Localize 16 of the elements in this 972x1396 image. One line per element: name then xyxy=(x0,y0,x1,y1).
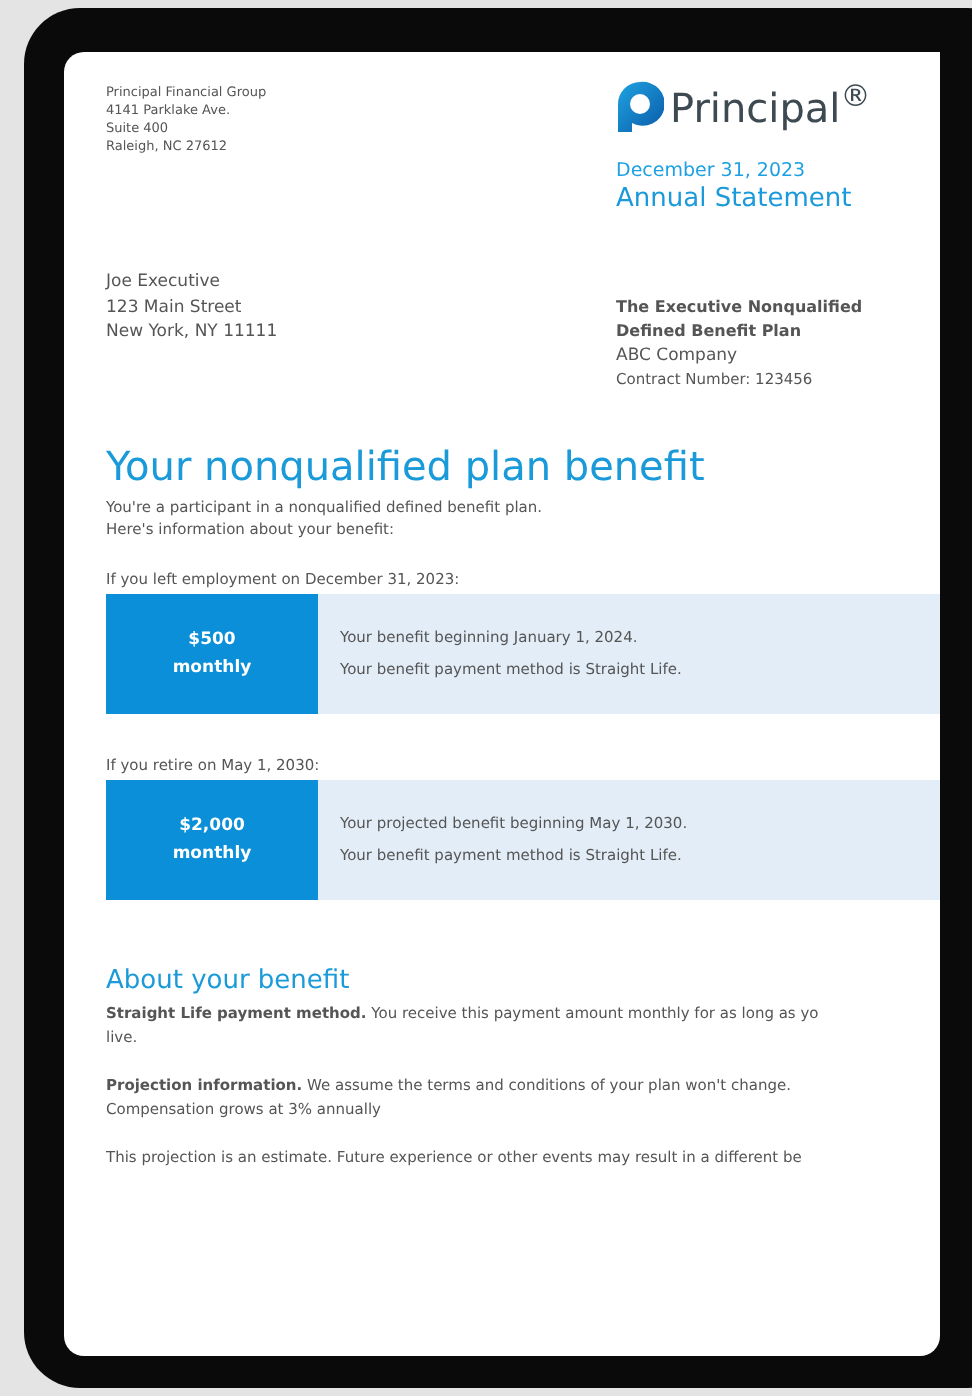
recipient-address-line: 123 Main Street xyxy=(106,295,244,320)
statement-date: December 31, 2023 xyxy=(616,160,808,184)
logo-wordmark: Principal$^{®}$ xyxy=(670,87,871,127)
benefit-period: monthly xyxy=(172,656,252,682)
benefit-amount: $500 xyxy=(188,628,236,654)
statement-title: Annual Statement xyxy=(616,184,854,216)
company-name: ABC Company xyxy=(616,344,740,368)
plan-name-line: Defined Benefit Plan xyxy=(616,320,804,344)
recipient-address-line: New York, NY 11111 xyxy=(106,320,280,345)
section-heading: Your nonqualified plan benefit xyxy=(106,440,707,492)
logo-icon xyxy=(616,80,664,134)
benefit-period: monthly xyxy=(172,842,252,868)
recipient-address-line: Joe Executive xyxy=(106,270,223,295)
about-heading: About your benefit xyxy=(106,966,352,998)
plan-name-line: The Executive Nonqualified xyxy=(616,296,863,320)
benefit-amount: $2,000 xyxy=(179,814,245,840)
